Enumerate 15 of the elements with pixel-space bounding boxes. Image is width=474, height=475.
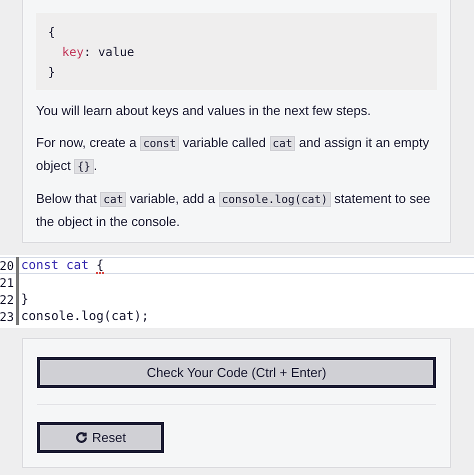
line-number: 21 xyxy=(0,276,14,290)
code-line: const cat { xyxy=(21,257,104,274)
code-example: { key: value } xyxy=(36,13,437,90)
line-number: 22 xyxy=(0,292,14,306)
refresh-icon xyxy=(75,431,88,444)
check-code-button[interactable]: Check Your Code (Ctrl + Enter) xyxy=(37,357,436,388)
reset-button[interactable]: Reset xyxy=(37,422,164,453)
line-number: 20 xyxy=(0,258,14,272)
line-number: 23 xyxy=(0,310,14,324)
code-editor[interactable]: 20 const cat { 21 22 } 23 console.log(cat); xyxy=(0,255,474,328)
instruction-text: For now, create a const variable called cat and assign it an empty object {} . xyxy=(36,134,430,176)
code-line: console.log(cat); xyxy=(21,308,149,325)
instruction-text: You will learn about keys and values in the next few steps. xyxy=(36,102,372,120)
code-line: } xyxy=(21,291,29,308)
instruction-text: Below that cat variable, add a console.log(cat) statement to see the object in the console. xyxy=(36,190,432,231)
